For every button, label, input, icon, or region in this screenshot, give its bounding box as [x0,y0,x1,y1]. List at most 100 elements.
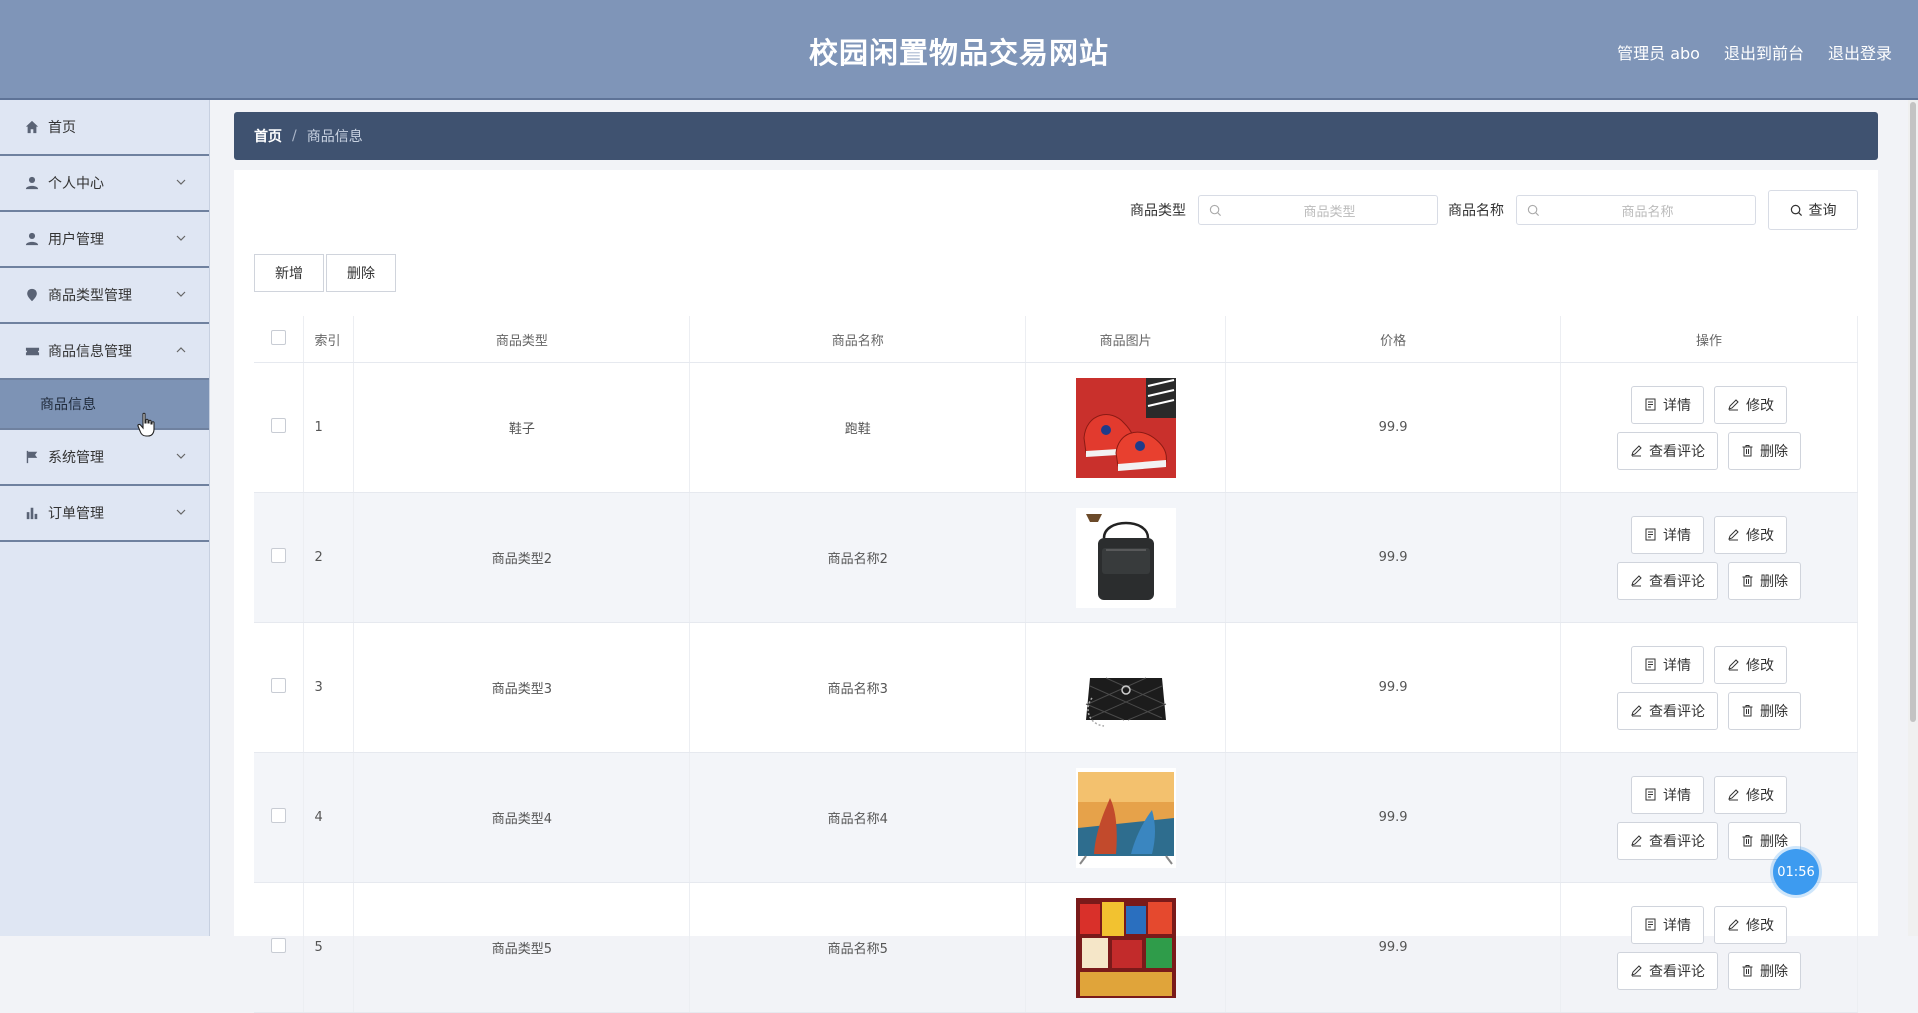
edit-button-label: 修改 [1746,397,1774,414]
chevron-up-icon [176,347,186,353]
row-index: 3 [303,622,355,753]
product-image-quilted-handbag[interactable] [1075,637,1176,738]
page-scrollbar[interactable] [1908,100,1918,936]
sidebar-item-product-management[interactable]: 商品信息管理 [0,324,209,380]
edit-icon [1728,789,1739,801]
add-button[interactable]: 新增 [254,254,324,292]
logout-link[interactable]: 退出登录 [1828,40,1892,64]
header-links: 管理员 abo 退出到前台 退出登录 [1617,40,1892,64]
detail-button[interactable]: 详情 [1631,515,1704,554]
query-button[interactable]: 查询 [1768,190,1858,230]
chevron-down-icon [176,179,186,185]
row-checkbox[interactable] [271,808,287,823]
chevron-down-icon [176,453,186,459]
delete-button[interactable]: 删除 [1728,561,1801,600]
search-icon [1527,204,1540,216]
col-header-name: 商品名称 [689,316,1027,363]
select-all-checkbox[interactable] [271,329,287,345]
row-actions: 详情 修改 查看评论 删除 [1560,362,1858,493]
row-checkbox[interactable] [271,418,287,433]
scrollbar-thumb[interactable] [1910,102,1916,722]
sidebar-item-system-management[interactable]: 系统管理 [0,430,209,486]
row-checkbox[interactable] [271,938,287,953]
view-comments-button[interactable]: 查看评论 [1617,561,1718,600]
edit-button[interactable]: 修改 [1714,645,1787,684]
delete-button[interactable]: 删除 [1728,951,1801,990]
user-icon [24,231,40,247]
sidebar-item-user-management[interactable]: 用户管理 [0,212,209,268]
col-header-type: 商品类型 [353,316,691,363]
edit-button-label: 修改 [1746,527,1774,544]
row-price: 99.9 [1225,752,1562,883]
search-type-placeholder: 商品类型 [1303,204,1356,220]
table-row: 2 商品类型2 商品名称2 99.9 详情 修改 查看评论 删除 [254,492,1858,623]
edit-button[interactable]: 修改 [1714,775,1787,814]
row-type: 鞋子 [353,362,691,493]
sidebar-item-personal-center[interactable]: 个人中心 [0,156,209,212]
detail-button[interactable]: 详情 [1631,385,1704,424]
row-actions: 详情 修改 查看评论 删除 [1560,622,1858,753]
edit-icon [1728,919,1739,931]
row-select-cell [254,492,305,623]
row-image-cell [1025,622,1227,753]
row-checkbox[interactable] [271,678,287,693]
row-price: 99.9 [1225,362,1562,493]
breadcrumb-home[interactable]: 首页 [254,126,282,146]
view-comments-label: 查看评论 [1649,443,1705,460]
chevron-down-icon [176,235,186,241]
row-checkbox[interactable] [271,548,287,563]
sidebar-subitem-product-info[interactable]: 商品信息 [0,380,209,430]
edit-button[interactable]: 修改 [1714,905,1787,944]
edit-icon [1728,399,1739,411]
row-select-cell [254,622,305,753]
search-type-label: 商品类型 [1130,203,1186,219]
delete-button-label: 删除 [1760,703,1788,720]
view-comments-label: 查看评论 [1649,833,1705,850]
product-image-snacks[interactable] [1075,897,1176,998]
edit-button-label: 修改 [1746,657,1774,674]
select-all-cell[interactable] [254,316,305,363]
detail-button[interactable]: 详情 [1631,775,1704,814]
search-type-input[interactable]: 商品类型 [1198,195,1438,225]
view-comments-button[interactable]: 查看评论 [1617,821,1718,860]
trash-icon [1742,575,1753,587]
trash-icon [1742,705,1753,717]
main-content: 首页 / 商品信息 商品类型 商品类型 商品名称 商品名称 查询 新增 删除 索… [210,100,1908,1013]
edit-button[interactable]: 修改 [1714,385,1787,424]
delete-button[interactable]: 删除 [1728,691,1801,730]
product-image-red-sneakers[interactable] [1075,377,1176,478]
view-comments-button[interactable]: 查看评论 [1617,691,1718,730]
edit-button[interactable]: 修改 [1714,515,1787,554]
document-icon [1645,788,1656,801]
query-button-label: 查询 [1808,203,1837,219]
exit-to-front-link[interactable]: 退出到前台 [1724,40,1804,64]
row-select-cell [254,752,305,883]
view-comments-button[interactable]: 查看评论 [1617,431,1718,470]
sidebar-item-label: 首页 [48,120,76,136]
hand-cursor-icon [137,412,155,437]
detail-button[interactable]: 详情 [1631,905,1704,944]
delete-button[interactable]: 删除 [1728,431,1801,470]
search-name-input[interactable]: 商品名称 [1516,195,1756,225]
user-icon [24,175,40,191]
sidebar-item-label: 订单管理 [48,506,104,522]
sidebar-item-order-management[interactable]: 订单管理 [0,486,209,542]
sidebar-item-home[interactable]: 首页 [0,100,209,156]
view-comments-button[interactable]: 查看评论 [1617,951,1718,990]
row-type: 商品类型5 [353,882,691,1013]
row-index: 1 [303,362,355,493]
table-row: 5 商品类型5 商品名称5 99.9 详情 修改 查看评论 删除 [254,882,1858,1013]
row-price: 99.9 [1225,882,1562,1013]
detail-button[interactable]: 详情 [1631,645,1704,684]
batch-delete-button[interactable]: 删除 [326,254,396,292]
timer-badge[interactable]: 01:56 [1773,849,1819,895]
col-header-index: 索引 [303,316,355,363]
table-row: 3 商品类型3 商品名称3 99.9 详情 修改 查看评论 删除 [254,622,1858,753]
detail-button-label: 详情 [1663,397,1691,414]
document-icon [1645,528,1656,541]
product-image-tv[interactable] [1075,767,1176,868]
view-comments-label: 查看评论 [1649,573,1705,590]
product-image-shoulder-bag[interactable] [1075,507,1176,608]
sidebar-item-category-management[interactable]: 商品类型管理 [0,268,209,324]
document-icon [1645,398,1656,411]
